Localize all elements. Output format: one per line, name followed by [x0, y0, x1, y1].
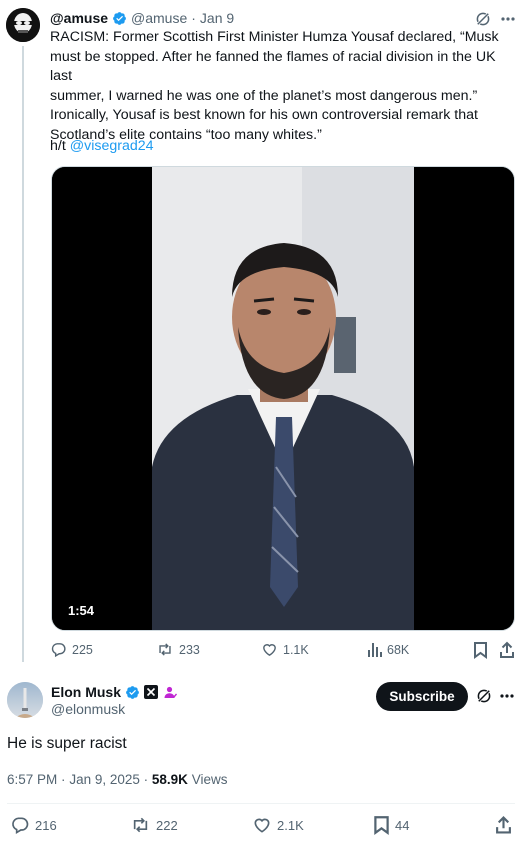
quoted-tweet-header: @amuse @amuse · Jan 9 — [50, 9, 234, 27]
divider — [7, 803, 515, 804]
views-count: 58.9K — [151, 772, 188, 787]
thread-line — [22, 46, 24, 662]
quoted-text-line: RACISM: Former Scottish First Minister H… — [50, 29, 499, 45]
tweet-time[interactable]: 6:57 PM — [7, 772, 57, 787]
repost-icon — [156, 641, 174, 658]
like-icon — [252, 815, 272, 835]
more-icon[interactable] — [499, 687, 515, 705]
repost-count: 233 — [179, 642, 200, 657]
reply-count: 225 — [72, 642, 93, 657]
views-button[interactable]: 68K — [367, 641, 409, 658]
quoted-tweet-actions: 225 233 1.1K 68K — [50, 641, 516, 663]
meta-separator: · — [61, 772, 66, 787]
like-count: 2.1K — [277, 817, 304, 833]
views-icon — [367, 641, 382, 658]
verified-badge-icon — [125, 685, 140, 700]
video-duration: 1:54 — [68, 603, 95, 618]
quoted-tweet-text: RACISM: Former Scottish First Minister H… — [50, 28, 518, 146]
like-icon — [261, 641, 278, 658]
reply-icon — [50, 641, 67, 658]
bookmark-icon — [373, 815, 390, 835]
bookmark-icon — [473, 641, 488, 659]
tweet-text: He is super racist — [7, 735, 127, 752]
quoted-author-name[interactable]: @amuse — [50, 10, 108, 26]
subscribe-button[interactable]: Subscribe — [376, 682, 468, 711]
hat-tip-mention-link[interactable]: @visegrad24 — [70, 138, 154, 154]
hat-tip-line: h/t @visegrad24 — [50, 137, 154, 157]
grok-icon[interactable] — [474, 10, 492, 28]
affiliate-icon[interactable] — [162, 685, 178, 700]
verified-badge-icon — [112, 11, 127, 26]
reply-button[interactable]: 216 — [10, 815, 57, 835]
bookmark-count: 44 — [395, 817, 410, 833]
repost-button[interactable]: 222 — [130, 815, 178, 835]
repost-count: 222 — [156, 817, 178, 833]
quoted-text-line: must be stopped. After he fanned the fla… — [50, 48, 496, 85]
author-name[interactable]: Elon Musk — [51, 684, 121, 700]
quoted-author-avatar[interactable] — [6, 8, 40, 42]
share-icon — [499, 641, 515, 659]
share-icon — [495, 815, 512, 835]
grok-icon[interactable] — [475, 687, 493, 705]
reply-icon — [10, 815, 30, 835]
tweet-meta: 6:57 PM · Jan 9, 2025 · 58.9K Views — [7, 772, 227, 787]
reply-button[interactable]: 225 — [50, 641, 93, 658]
tweet-actions: 216 222 2.1K 44 — [10, 815, 516, 837]
like-count: 1.1K — [283, 642, 309, 657]
video-player[interactable] — [51, 166, 515, 631]
quoted-text-line: Ironically, Yousaf is best known for his… — [50, 107, 478, 124]
views-label: Views — [191, 772, 228, 787]
bookmark-button[interactable] — [473, 641, 488, 659]
repost-icon — [130, 815, 151, 835]
quoted-author-handle[interactable]: @amuse — [131, 10, 187, 26]
x-logo-icon[interactable] — [144, 685, 159, 699]
tweet-date[interactable]: Jan 9, 2025 — [69, 772, 140, 787]
video-frame — [52, 167, 514, 630]
quoted-text-line: summer, I warned he was one of the plane… — [50, 87, 478, 104]
author-handle[interactable]: @elonmusk — [51, 701, 125, 717]
author-avatar[interactable] — [7, 682, 43, 718]
reply-count: 216 — [35, 817, 57, 833]
like-button[interactable]: 2.1K — [252, 815, 304, 835]
author-name-row: Elon Musk — [51, 683, 178, 701]
hat-tip-prefix: h/t — [50, 138, 70, 154]
repost-button[interactable]: 233 — [156, 641, 200, 658]
bookmark-button[interactable]: 44 — [373, 815, 409, 835]
share-button[interactable] — [499, 641, 515, 659]
quoted-tweet-date[interactable]: Jan 9 — [200, 10, 234, 26]
header-separator: · — [191, 10, 196, 26]
share-button[interactable] — [495, 815, 512, 835]
like-button[interactable]: 1.1K — [261, 641, 309, 658]
meta-separator: · — [143, 772, 149, 787]
views-count: 68K — [387, 642, 410, 657]
more-icon[interactable] — [500, 10, 516, 28]
